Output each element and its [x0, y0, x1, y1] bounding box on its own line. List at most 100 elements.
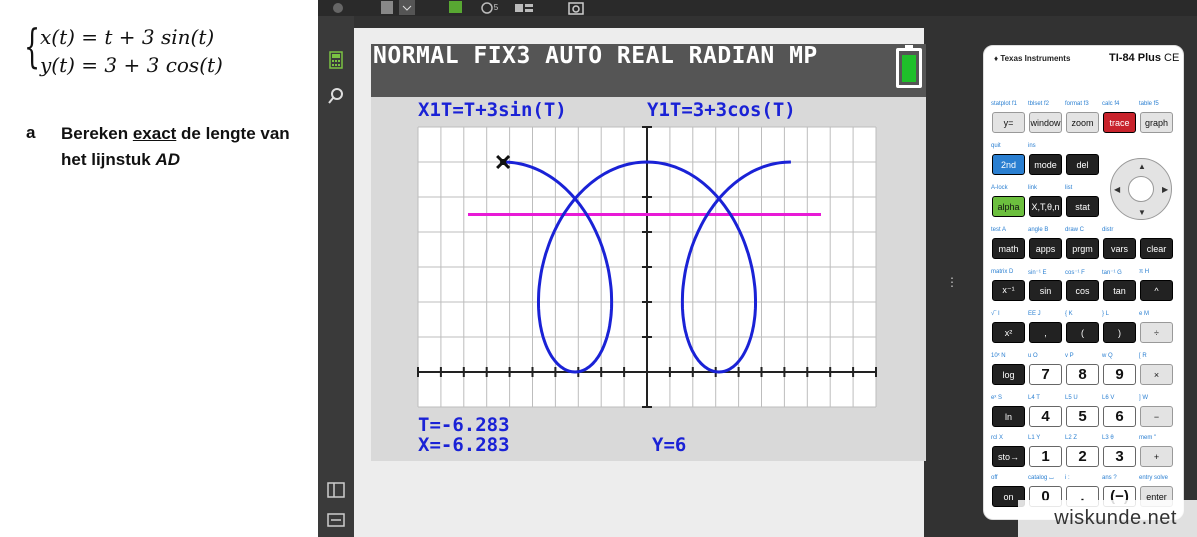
- key-shift-label: L4 T: [1028, 395, 1040, 401]
- key-3-0[interactable]: math: [992, 238, 1025, 259]
- key-4-4[interactable]: ^: [1140, 280, 1173, 301]
- key-5-1[interactable]: ,: [1029, 322, 1062, 343]
- key-shift-label: 10ˣ N: [991, 353, 1006, 359]
- key-8-1[interactable]: 1: [1029, 446, 1062, 467]
- key-6-1[interactable]: 7: [1029, 364, 1062, 385]
- key-shift-label: entry solve: [1139, 475, 1169, 481]
- gear-icon[interactable]: [324, 0, 352, 15]
- key-shift-label: A-lock: [991, 185, 1008, 191]
- key-shift-label: sin⁻¹ E: [1028, 270, 1047, 276]
- key-shift-label: i :: [1065, 475, 1070, 481]
- arrow-pad[interactable]: ▲ ▼ ◀ ▶: [1110, 158, 1172, 220]
- key-shift-label: rcl X: [991, 435, 1003, 441]
- key-6-2[interactable]: 8: [1066, 364, 1099, 385]
- key-shift-label: v P: [1065, 353, 1074, 359]
- key-shift-label: L3 θ: [1102, 435, 1114, 441]
- key-1-2[interactable]: del: [1066, 154, 1099, 175]
- key-8-4[interactable]: +: [1140, 446, 1173, 467]
- key-3-2[interactable]: prgm: [1066, 238, 1099, 259]
- key-shift-label: e M: [1139, 311, 1150, 317]
- key-shift-label: link: [1028, 185, 1038, 191]
- key-3-4[interactable]: clear: [1140, 238, 1173, 259]
- key-7-1[interactable]: 4: [1029, 406, 1062, 427]
- history-icon[interactable]: 5: [476, 0, 502, 15]
- key-shift-label: tan⁻¹ G: [1102, 270, 1122, 276]
- equation-x: x(t) = t + 3 sin(t): [40, 25, 215, 49]
- task-pre: Bereken: [61, 124, 133, 143]
- key-4-3[interactable]: tan: [1103, 280, 1136, 301]
- key-4-2[interactable]: cos: [1066, 280, 1099, 301]
- key-7-3[interactable]: 6: [1103, 406, 1136, 427]
- key-shift-label: w Q: [1102, 353, 1113, 359]
- watermark: wiskunde.net: [1018, 500, 1197, 537]
- key-5-0[interactable]: x²: [992, 322, 1025, 343]
- key-shift-label: L2 Z: [1065, 435, 1078, 441]
- search-icon[interactable]: [326, 86, 346, 106]
- ti-logo: ♦ Texas Instruments: [994, 54, 1070, 63]
- key-1-1[interactable]: mode: [1029, 154, 1062, 175]
- key-6-3[interactable]: 9: [1103, 364, 1136, 385]
- key-0-2[interactable]: zoom: [1066, 112, 1099, 133]
- key-0-3[interactable]: trace: [1103, 112, 1136, 133]
- camera-icon[interactable]: [566, 0, 586, 15]
- calculator-icon[interactable]: [326, 50, 346, 70]
- key-4-0[interactable]: x⁻¹: [992, 280, 1025, 301]
- drag-handle[interactable]: ⋮: [946, 276, 958, 294]
- key-7-4[interactable]: −: [1140, 406, 1173, 427]
- key-5-2[interactable]: (: [1066, 322, 1099, 343]
- key-shift-label: statplot f1: [991, 101, 1018, 107]
- keyboard-icon[interactable]: [326, 510, 346, 530]
- calculator-menu-button[interactable]: [378, 0, 418, 15]
- layout-icon[interactable]: [512, 0, 536, 15]
- key-7-2[interactable]: 5: [1066, 406, 1099, 427]
- arrow-left-icon[interactable]: ◀: [1114, 185, 1120, 194]
- sidebar: [318, 16, 354, 537]
- key-6-0[interactable]: log: [992, 364, 1025, 385]
- key-3-1[interactable]: apps: [1029, 238, 1062, 259]
- key-1-0[interactable]: 2nd: [992, 154, 1025, 175]
- key-0-0[interactable]: y=: [992, 112, 1025, 133]
- key-8-0[interactable]: sto→: [992, 446, 1025, 467]
- trace-cursor-center: [500, 159, 507, 165]
- key-shift-label: distr: [1102, 227, 1114, 233]
- arrow-down-icon[interactable]: ▼: [1138, 208, 1146, 217]
- key-shift-label: [ R: [1139, 353, 1147, 359]
- key-4-1[interactable]: sin: [1029, 280, 1062, 301]
- key-6-4[interactable]: ×: [1140, 364, 1173, 385]
- ti-model-suffix: CE: [1164, 52, 1180, 64]
- screenshot-green-icon[interactable]: [445, 0, 467, 15]
- key-2-1[interactable]: X,T,θ,n: [1029, 196, 1062, 217]
- key-shift-label: off: [991, 475, 998, 481]
- key-2-0[interactable]: alpha: [992, 196, 1025, 217]
- history-badge: 5: [493, 3, 499, 12]
- toolbar: 5: [318, 0, 1197, 16]
- arrow-up-icon[interactable]: ▲: [1138, 162, 1146, 171]
- y-readout: Y=6: [652, 434, 687, 456]
- graph-area[interactable]: [371, 97, 926, 461]
- key-7-0[interactable]: ln: [992, 406, 1025, 427]
- key-shift-label: { K: [1065, 311, 1073, 317]
- panel-icon[interactable]: [326, 480, 346, 500]
- task-text: Bereken exact de lengte van het lijnstuk…: [61, 121, 301, 173]
- key-shift-label: test A: [991, 227, 1007, 233]
- key-shift-label: quit: [991, 143, 1001, 149]
- key-shift-label: L1 Y: [1028, 435, 1041, 441]
- key-5-3[interactable]: ): [1103, 322, 1136, 343]
- key-2-2[interactable]: stat: [1066, 196, 1099, 217]
- ti-model-name: TI-84 Plus: [1109, 52, 1161, 64]
- key-8-3[interactable]: 3: [1103, 446, 1136, 467]
- key-shift-label: EE J: [1028, 311, 1041, 317]
- key-shift-label: mem ": [1139, 435, 1157, 441]
- key-shift-label: list: [1065, 185, 1073, 191]
- key-8-2[interactable]: 2: [1066, 446, 1099, 467]
- key-0-4[interactable]: graph: [1140, 112, 1173, 133]
- key-0-1[interactable]: window: [1029, 112, 1062, 133]
- key-shift-label: π H: [1139, 269, 1150, 275]
- battery-icon: [896, 45, 922, 88]
- x-readout: X=-6.283: [418, 434, 510, 456]
- key-3-3[interactable]: vars: [1103, 238, 1136, 259]
- status-text: NORMAL FIX3 AUTO REAL RADIAN MP: [373, 43, 818, 69]
- arrow-right-icon[interactable]: ▶: [1162, 185, 1168, 194]
- key-5-4[interactable]: ÷: [1140, 322, 1173, 343]
- key-shift-label: √‾ I: [991, 311, 1000, 317]
